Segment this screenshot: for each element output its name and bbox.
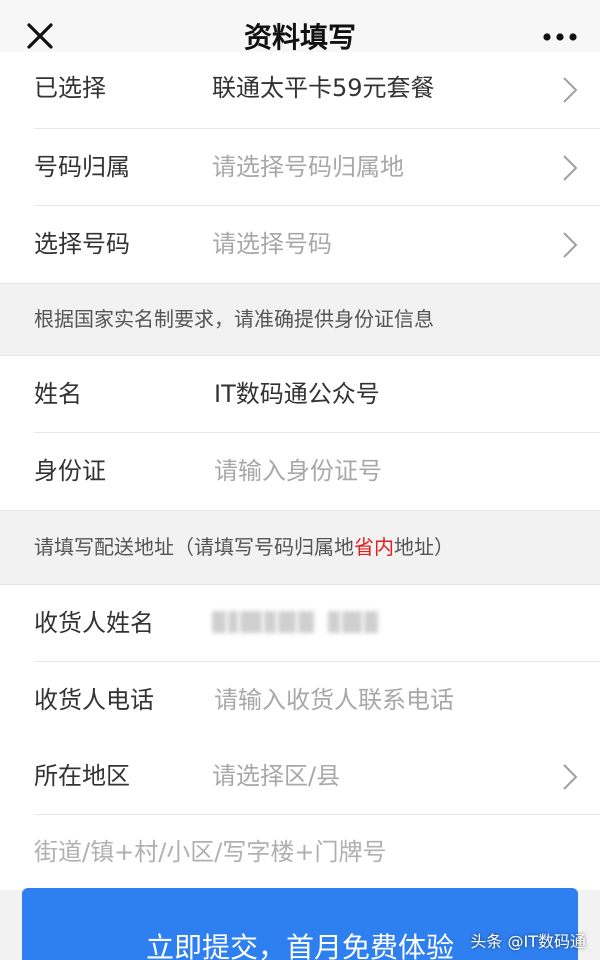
watermark: 头条 @IT数码通 (470, 932, 586, 951)
row-number-location[interactable]: 号码归属 请选择号码归属地 (0, 129, 600, 206)
receiver-phone-input[interactable]: 请输入收货人联系电话 (214, 662, 454, 739)
number-label: 选择号码 (34, 230, 130, 258)
receiver-name-label: 收货人姓名 (34, 609, 154, 637)
row-id-card[interactable]: 身份证 请输入身份证号 (0, 433, 600, 510)
more-icon[interactable] (542, 32, 578, 42)
address-notice-section: 请填写配送地址（请填写号码归属地省内地址） (0, 510, 600, 585)
row-name[interactable]: 姓名 IT数码通公众号 (0, 356, 600, 433)
id-card-label: 身份证 (34, 457, 106, 485)
chevron-right-icon (563, 77, 578, 103)
id-notice-text: 根据国家实名制要求，请准确提供身份证信息 (34, 307, 434, 331)
address-notice-text: 请填写配送地址（请填写号码归属地省内地址） (34, 511, 454, 584)
id-card-input[interactable]: 请输入身份证号 (214, 433, 382, 510)
receiver-phone-label: 收货人电话 (34, 686, 154, 714)
chevron-right-icon (563, 232, 578, 258)
row-plan[interactable]: 已选择 联通太平卡59元套餐 (0, 52, 600, 129)
region-placeholder: 请选择区/县 (212, 762, 341, 790)
address-notice-suffix: 地址） (394, 535, 454, 559)
address-notice-prefix: 请填写配送地址（请填写号码归属地 (34, 535, 354, 559)
plan-value: 联通太平卡59元套餐 (212, 74, 435, 102)
id-notice-section: 根据国家实名制要求，请准确提供身份证信息 (0, 283, 600, 356)
row-receiver-phone[interactable]: 收货人电话 请输入收货人联系电话 (0, 662, 600, 739)
location-label: 号码归属 (34, 153, 130, 181)
row-select-number[interactable]: 选择号码 请选择号码 (0, 206, 600, 283)
region-label: 所在地区 (34, 762, 130, 790)
name-label: 姓名 (34, 380, 82, 408)
number-placeholder: 请选择号码 (212, 230, 332, 258)
chevron-right-icon (563, 155, 578, 181)
chevron-right-icon (563, 764, 578, 790)
street-address-placeholder: 街道/镇+村/小区/写字楼+门牌号 (34, 838, 387, 866)
location-placeholder: 请选择号码归属地 (212, 153, 404, 181)
receiver-name-redacted[interactable] (212, 611, 392, 635)
plan-label: 已选择 (34, 74, 106, 102)
row-region[interactable]: 所在地区 请选择区/县 (0, 738, 600, 815)
address-notice-highlight: 省内 (354, 535, 394, 559)
row-receiver-name[interactable]: 收货人姓名 (0, 585, 600, 662)
name-value[interactable]: IT数码通公众号 (214, 356, 380, 433)
street-address-field[interactable]: 街道/镇+村/小区/写字楼+门牌号 (0, 815, 600, 890)
